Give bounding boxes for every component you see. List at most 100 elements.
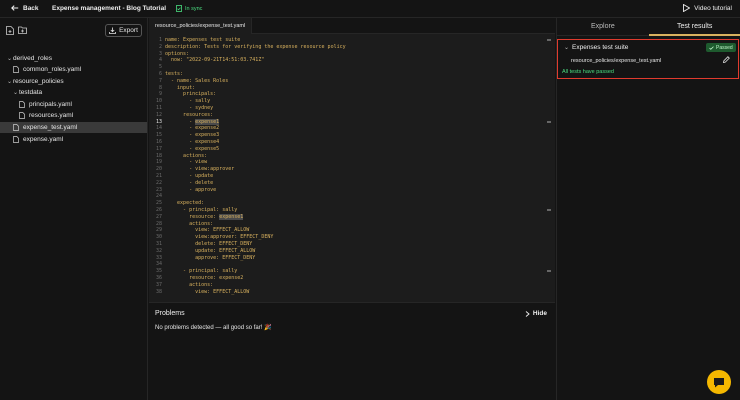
tree-item-label: testdata [19,89,43,96]
code-line: 1 name: Expenses test suite [149,37,549,44]
export-button[interactable]: Export [105,24,142,37]
code-text: expected: [165,200,205,207]
code-line: 36 resource: expense2 [149,275,549,282]
code-line: 5 [149,64,549,71]
code-line: 30 view:approver: EFFECT_DENY [149,234,549,241]
new-file-icon[interactable] [6,26,14,35]
code-text: tests: [165,71,184,77]
code-line: 16 - expense4 [149,139,549,146]
video-tutorial-button[interactable]: Video tutorial [683,4,732,12]
line-number: 37 [155,281,162,288]
line-number: 9 [158,91,162,98]
code-text: resources: [165,111,214,118]
problems-panel: Problems Hide No problems detected — all… [149,302,555,400]
file-icon [18,101,26,108]
code-line: 38 view: EFFECT_ALLOW [149,289,549,296]
edit-icon[interactable] [723,56,730,63]
code-line: 3 options: [149,51,549,58]
code-text: actions: [165,281,214,288]
play-icon [683,4,691,12]
file-item[interactable]: expense.yaml [0,134,147,145]
test-summary: All tests have passed [562,69,614,75]
highlighted-token: expense1 [195,118,220,125]
folder-item[interactable]: ⌄ testdata [0,87,147,98]
tree-item-label: expense.yaml [23,136,64,143]
line-number: 31 [155,241,162,247]
line-number: 14 [155,125,162,132]
code-text: - expense5 [165,145,220,152]
code-line: 28 actions: [149,221,549,228]
new-folder-icon[interactable] [18,26,27,34]
line-number: 13 [155,118,162,125]
file-item[interactable]: principals.yaml [0,99,147,110]
tab-explore[interactable]: Explore [591,23,615,30]
back-button[interactable]: Back [11,4,39,12]
code-text: - view [165,159,208,166]
code-text: actions: [165,220,214,227]
code-line: 34 [149,261,549,268]
editor-tab[interactable]: resource_policies/expense_test.yaml [149,18,253,34]
line-number: 15 [155,132,162,139]
status-badge: Passed [706,43,736,52]
hide-problems-button[interactable]: Hide [525,310,547,317]
code-line: 13 - expense1 [149,118,549,126]
code-text: - expense3 [165,132,220,139]
test-suite-name: Expenses test suite [572,44,629,51]
chevron-down-icon: ⌄ [12,90,19,96]
line-number: 21 [155,173,162,179]
code-text: - delete [165,179,214,186]
chevron-right-icon [525,310,530,317]
line-number: 12 [155,111,162,118]
code-line: 23 - approve [149,187,549,194]
code-text: - expense4 [165,139,220,145]
code-text: name: Expenses test suite [165,37,241,43]
line-number: 30 [155,234,162,241]
file-icon [12,136,20,143]
code-text: options: [165,50,190,57]
video-tutorial-label: Video tutorial [694,4,732,12]
line-number: 36 [155,275,162,281]
code-line: 19 - view [149,159,549,166]
file-item[interactable]: expense_test.yaml [0,122,147,133]
file-check-icon [176,5,182,12]
project-title: Expense management - Blog Tutorial [52,5,167,12]
line-number: 7 [158,77,162,84]
tree-item-label: principals.yaml [29,101,72,108]
file-tools [6,26,27,35]
code-line: 2 description: Tests for verifying the ex… [149,44,549,51]
code-text: resource: expense1 [165,213,244,220]
top-bar: Back Expense management - Blog Tutorial … [0,0,740,18]
file-icon [12,66,20,73]
code-text: now: "2022-09-21T14:51:03.741Z" [165,57,265,64]
tab-test-results[interactable]: Test results [677,23,712,30]
folder-item[interactable]: ⌄ resource_policies [0,76,147,87]
code-text: input: [165,84,196,91]
line-number: 1 [158,37,162,43]
tree-item-label: common_roles.yaml [23,66,82,73]
chat-button[interactable] [707,370,731,394]
code-line: 10 - sally [149,98,549,105]
line-number: 35 [155,268,162,275]
active-tab-indicator [649,34,740,36]
folder-item[interactable]: ⌄ derived_roles [0,53,147,64]
code-line: 29 view: EFFECT_ALLOW [149,227,549,234]
line-number: 22 [155,179,162,186]
tree-item-label: expense_test.yaml [23,124,78,131]
file-item[interactable]: resources.yaml [0,110,147,121]
line-number: 5 [158,64,162,71]
file-item[interactable]: common_roles.yaml [0,64,147,75]
code-line: 33 approve: EFFECT_DENY [149,255,549,262]
code-text: view:approver: EFFECT_DENY [165,234,274,241]
sync-status: In sync [176,5,202,12]
editor-scrollbar[interactable] [551,34,555,302]
code-text: update: EFFECT_ALLOW [165,247,256,254]
check-icon [709,45,714,50]
code-line: 35 - principal: sally [149,268,549,275]
line-number: 6 [158,71,162,77]
code-text: - principal: sally [165,207,238,213]
line-number: 18 [155,152,162,159]
back-label: Back [23,4,39,12]
test-file-path[interactable]: resource_policies/expense_test.yaml [571,58,661,64]
line-number: 19 [155,159,162,166]
file-explorer: Export ⌄ derived_roles common_roles.yaml ⌄ r… [0,18,148,400]
